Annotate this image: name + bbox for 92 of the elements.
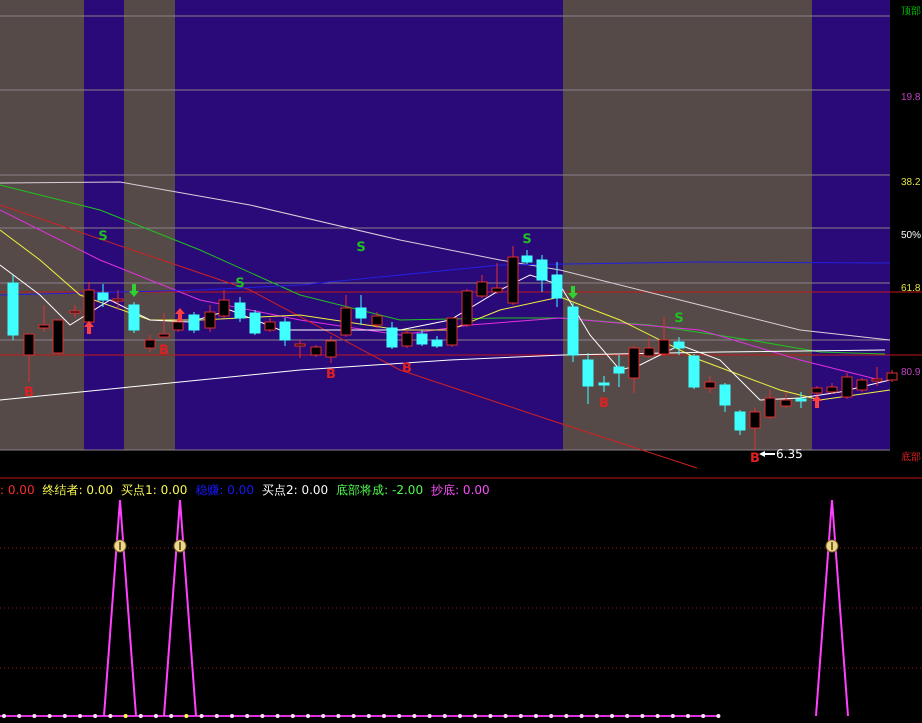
signal-mark: B — [402, 361, 412, 376]
candlestick — [386, 322, 398, 350]
indicator-value: 终结者: 0.00 — [42, 482, 114, 498]
signal-mark: B — [750, 451, 760, 466]
candlestick — [98, 284, 108, 308]
indicator-value: 买点2: 0.00 — [262, 482, 328, 498]
candlestick — [688, 354, 700, 390]
candlestick — [188, 312, 200, 334]
candlestick — [796, 392, 806, 408]
candlestick — [204, 304, 216, 332]
indicator-value: 抄底: 0.00 — [431, 482, 490, 498]
candlestick — [250, 310, 260, 336]
candlestick — [144, 334, 156, 352]
candlestick — [536, 254, 548, 292]
price-label: 6.35 — [776, 447, 803, 461]
level-label: 38.2 — [901, 177, 920, 188]
up-arrow-icon — [812, 395, 822, 408]
candlestick — [598, 376, 610, 392]
candlestick — [416, 330, 428, 346]
candlestick — [84, 282, 94, 322]
candlestick — [70, 304, 80, 318]
candlestick — [340, 294, 352, 338]
candlestick — [356, 294, 366, 326]
candlestick — [582, 352, 594, 404]
candlestick — [644, 338, 654, 358]
candlestick — [856, 378, 868, 392]
candlestick — [508, 246, 518, 306]
candlestick — [886, 370, 898, 382]
signal-mark: S — [674, 311, 684, 326]
candlestick — [172, 318, 184, 332]
candlestick — [326, 336, 336, 364]
candlestick — [462, 288, 472, 328]
left-arrow-icon — [759, 451, 775, 457]
candlestick — [38, 304, 50, 332]
level-label: 19.8 — [901, 92, 920, 103]
indicator-value: 底部将成: -2.00 — [336, 482, 424, 498]
indicator-value: : 0.00 — [0, 483, 35, 497]
candlestick — [24, 334, 34, 382]
signal-mark: B — [599, 396, 609, 411]
signal-mark: B — [326, 367, 336, 382]
coin-icon — [174, 540, 186, 552]
candlestick — [826, 382, 838, 394]
candlestick — [310, 344, 322, 358]
candlestick — [218, 290, 230, 318]
candlestick — [264, 318, 276, 332]
candlestick — [674, 336, 684, 356]
candlestick — [872, 366, 882, 386]
candlestick — [402, 330, 412, 348]
candlestick — [720, 382, 730, 412]
candlestick — [628, 346, 640, 394]
up-arrow-icon — [84, 321, 94, 334]
up-arrow-icon — [175, 308, 185, 321]
candlestick — [750, 408, 760, 450]
candlestick — [8, 274, 18, 340]
candlestick — [552, 262, 562, 308]
level-label: 顶部 — [901, 6, 921, 17]
candlestick — [52, 320, 64, 354]
down-arrow-icon — [568, 286, 578, 299]
candlestick — [734, 410, 746, 436]
candlestick — [658, 316, 670, 356]
candlestick — [234, 296, 246, 322]
candlestick — [492, 262, 502, 294]
candlestick — [614, 354, 624, 388]
candlestick — [446, 318, 458, 348]
level-label: 50% — [901, 230, 922, 241]
down-arrow-icon — [129, 284, 139, 297]
signal-mark: B — [24, 385, 34, 400]
candlestick — [158, 312, 170, 338]
candlestick — [280, 318, 290, 346]
candlestick — [522, 250, 532, 264]
coin-icon — [826, 540, 838, 552]
candlestick — [112, 290, 124, 310]
signal-mark: S — [522, 232, 532, 247]
candlestick — [812, 386, 822, 396]
level-label: 61.8 — [901, 283, 920, 294]
level-label: 底部 — [901, 452, 921, 463]
candlestick — [780, 392, 792, 408]
coin-icon — [114, 540, 126, 552]
indicator-value: 稳赚: 0.00 — [195, 482, 254, 498]
candlestick — [432, 336, 442, 348]
candlestick — [704, 376, 716, 394]
signal-mark: B — [159, 343, 169, 358]
candlestick — [294, 340, 306, 358]
candlestick — [128, 302, 140, 334]
candlestick — [568, 302, 578, 362]
candlestick — [764, 390, 776, 420]
candlestick — [372, 312, 382, 328]
indicator-value: 买点1: 0.00 — [121, 482, 188, 498]
signal-mark: S — [356, 240, 366, 255]
candlestick — [476, 274, 488, 298]
level-label: 80.9 — [901, 367, 920, 378]
candlestick — [842, 372, 852, 400]
